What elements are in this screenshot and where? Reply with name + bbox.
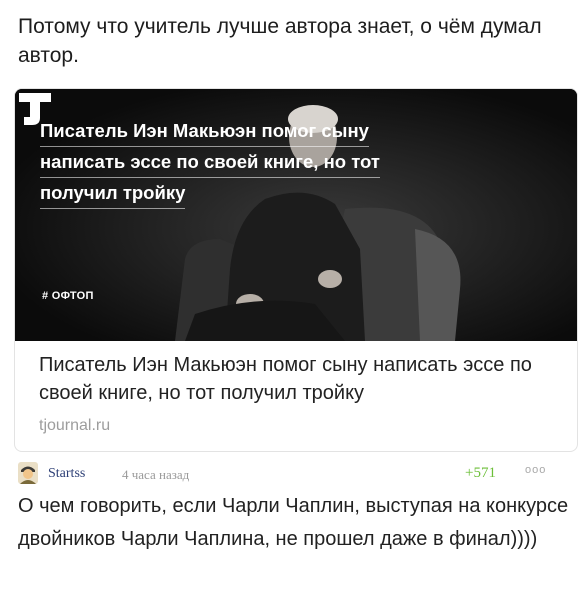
link-card-domain[interactable]: tjournal.ru: [39, 417, 110, 435]
user-avatar-icon[interactable]: [18, 462, 38, 484]
more-dots-icon[interactable]: ooo: [525, 464, 546, 476]
link-card[interactable]: Писатель Иэн Макьюэн помог сыну написать…: [14, 88, 578, 452]
link-card-image[interactable]: Писатель Иэн Макьюэн помог сыну написать…: [15, 89, 577, 341]
overlay-headline-line: написать эссе по своей книге, но тот: [40, 147, 380, 178]
comment-username[interactable]: Startss: [48, 466, 85, 482]
overlay-headline-line: Писатель Иэн Макьюэн помог сыну: [40, 116, 369, 147]
overlay-headline-line: получил тройку: [40, 178, 186, 209]
comment-rating: +571: [465, 465, 496, 481]
comment-timestamp: 4 часа назад: [122, 467, 190, 482]
overlay-headline: Писатель Иэн Макьюэн помог сыну написать…: [40, 116, 460, 209]
hashtag-label: # ОФТОП: [42, 290, 94, 302]
post-text: Потому что учитель лучше автора знает, о…: [18, 15, 542, 67]
comment-header: Startss 4 часа назад +571 ooo: [18, 462, 573, 486]
link-card-title[interactable]: Писатель Иэн Макьюэн помог сыну написать…: [39, 351, 564, 407]
tj-logo-icon: [19, 93, 51, 125]
comment-text: О чем говорить, если Чарли Чаплин, высту…: [18, 495, 569, 550]
